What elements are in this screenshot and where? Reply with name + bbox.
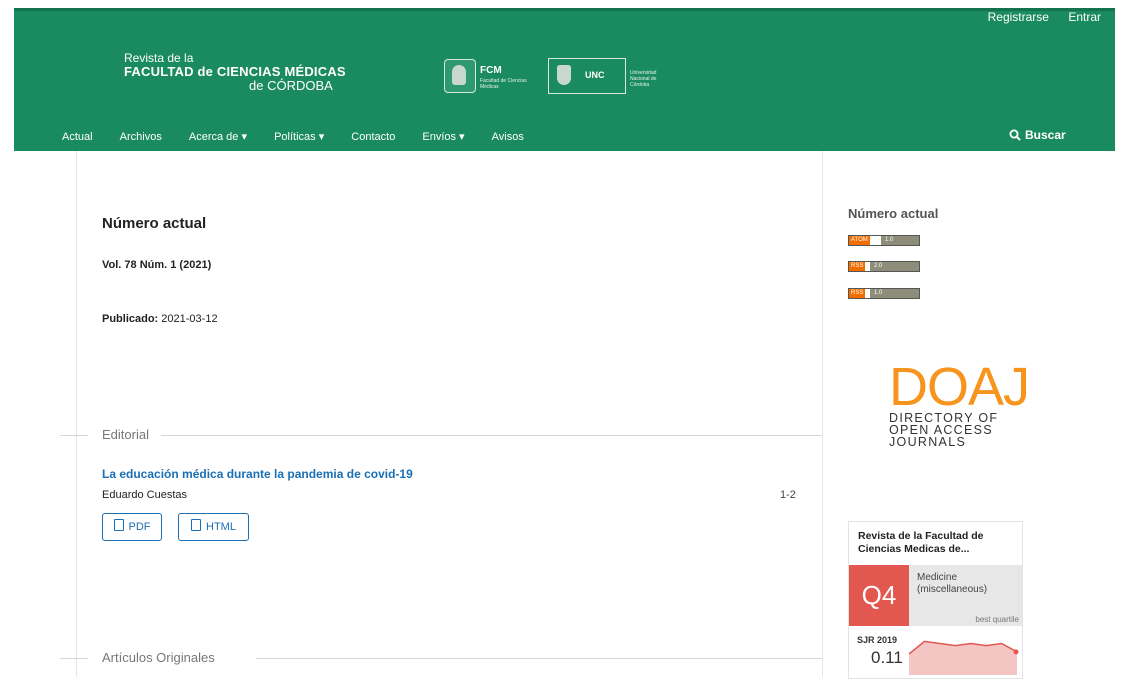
issue-volume: Vol. 78 Núm. 1 (2021) <box>102 259 212 271</box>
main-nav: Actual Archivos Acerca de ▾ Políticas ▾ … <box>62 130 548 143</box>
sjr-category-box: Medicine (miscellaneous) best quartile <box>909 565 1022 626</box>
nav-item-politicas[interactable]: Políticas ▾ <box>274 130 324 143</box>
nav-item-actual[interactable]: Actual <box>62 131 93 143</box>
published-date: Publicado: 2021-03-12 <box>102 313 218 325</box>
sjr-best-quartile: best quartile <box>975 615 1019 624</box>
sidebar-title: Número actual <box>848 206 939 221</box>
nav-item-envios[interactable]: Envíos ▾ <box>422 130 464 143</box>
article-title-link[interactable]: La educación médica durante la pandemia … <box>102 467 413 481</box>
rss2-feed-badge[interactable]: RSS 2.0 <box>848 261 920 272</box>
unc-logo: UNC Universidad Nacional de Córdoba <box>548 58 672 94</box>
sjr-category: Medicine (miscellaneous) <box>917 572 988 595</box>
rss1-feed-badge[interactable]: RSS 1.0 <box>848 288 920 299</box>
article-author: Eduardo Cuestas <box>102 489 187 501</box>
sjr-value: 0.11 <box>871 648 903 667</box>
nav-item-avisos[interactable]: Avisos <box>492 131 524 143</box>
journal-logo-text[interactable]: Revista de la FACULTAD de CIENCIAS MÉDIC… <box>124 51 346 93</box>
html-icon <box>191 519 202 531</box>
fcm-logo: FCM Facultad de Ciencias Médicas <box>444 59 534 95</box>
feed-type: RSS <box>849 289 866 298</box>
article-pages: 1-2 <box>780 489 796 501</box>
doaj-line-3: JOURNALS <box>889 435 967 449</box>
title-line-1: Revista de la <box>124 51 194 65</box>
title-line-2: FACULTAD de CIENCIAS MÉDICAS <box>124 64 346 79</box>
feed-type: ATOM <box>849 236 870 245</box>
html-label: HTML <box>206 521 236 533</box>
sjr-trend-area <box>909 641 1017 675</box>
user-links: Registrarse Entrar <box>972 10 1101 24</box>
unc-shield-icon <box>557 65 571 85</box>
atom-feed-badge[interactable]: ATOM 1.0 <box>848 235 920 246</box>
sjr-label: SJR 2019 <box>857 635 898 645</box>
section-line <box>256 658 822 659</box>
header-shadow <box>14 8 1115 11</box>
doaj-wordmark: DOAJ <box>889 357 1030 417</box>
top-stripe <box>0 0 1129 8</box>
sjr-trend-point <box>1013 649 1019 655</box>
nav-item-contacto[interactable]: Contacto <box>351 131 395 143</box>
feed-version: 2.0 <box>870 262 919 271</box>
section-title: Editorial <box>102 427 161 442</box>
sjr-journal-name: Revista de la Facultad de Ciencias Medic… <box>858 530 984 555</box>
fcm-seal-icon <box>444 59 476 93</box>
feed-version: 1.0 <box>870 289 919 298</box>
section-line <box>156 435 822 436</box>
pdf-button[interactable]: PDF <box>102 513 162 541</box>
feed-type: RSS <box>849 262 866 271</box>
sjr-quartile: Q4 <box>849 565 909 626</box>
unc-sub: Universidad Nacional de Córdoba <box>630 70 657 88</box>
section-title: Artículos Originales <box>102 650 227 665</box>
content-border-right <box>822 151 823 677</box>
unc-box: UNC <box>548 58 626 94</box>
published-value: 2021-03-12 <box>161 313 218 325</box>
doaj-logo[interactable]: DOAJ DIRECTORY OF OPEN ACCESS JOURNALS <box>889 357 1030 449</box>
sjr-widget[interactable]: Revista de la Facultad de Ciencias Medic… <box>848 521 1023 679</box>
content-border-left <box>76 151 77 677</box>
title-line-3: de CÓRDOBA <box>249 78 333 93</box>
search-icon <box>1009 129 1021 141</box>
fcm-sub: Facultad de Ciencias Médicas <box>480 78 527 90</box>
sjr-trend-chart <box>909 640 1019 675</box>
feed-version: 1.0 <box>881 236 919 245</box>
search-link[interactable]: Buscar <box>1009 128 1066 142</box>
unc-label: UNC <box>585 70 605 80</box>
section-dash <box>60 435 88 436</box>
nav-item-archivos[interactable]: Archivos <box>120 131 162 143</box>
login-link[interactable]: Entrar <box>1068 10 1101 24</box>
pdf-label: PDF <box>128 521 151 533</box>
pdf-icon <box>113 519 124 531</box>
page-title: Número actual <box>102 215 207 232</box>
register-link[interactable]: Registrarse <box>988 10 1049 24</box>
fcm-label: FCM <box>480 65 502 76</box>
search-label: Buscar <box>1025 128 1066 142</box>
html-button[interactable]: HTML <box>178 513 249 541</box>
section-dash <box>60 658 88 659</box>
nav-item-acerca[interactable]: Acerca de ▾ <box>189 130 247 143</box>
published-label: Publicado: <box>102 313 159 325</box>
